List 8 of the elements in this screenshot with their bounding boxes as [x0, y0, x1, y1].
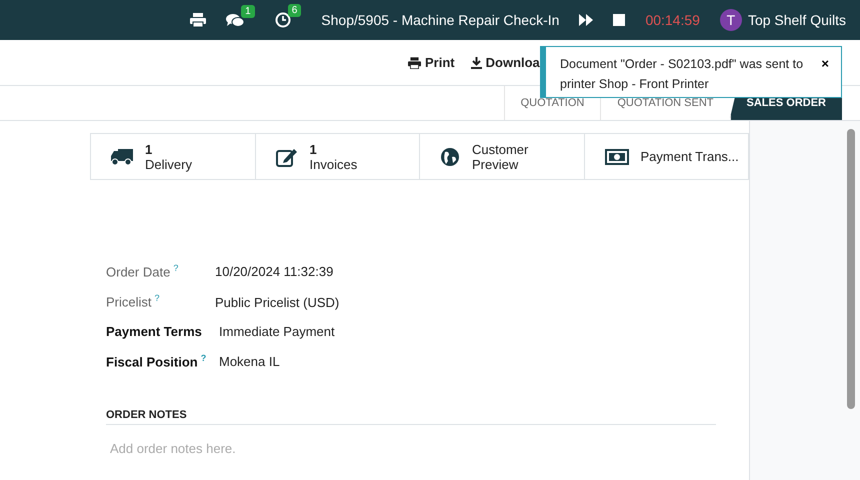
- field-label: Payment Terms: [106, 324, 203, 339]
- field-label: Fiscal Position $^{?}$: [106, 352, 208, 369]
- field-label: Order Date $^{?}$: [106, 263, 180, 280]
- timer: 00:14:59: [645, 12, 700, 28]
- section-title: ORDER NOTES: [106, 408, 716, 425]
- counter-badge: 1: [241, 4, 255, 18]
- counter-badge: 6: [288, 4, 302, 17]
- field-label: Pricelist $^{?}$: [106, 293, 161, 310]
